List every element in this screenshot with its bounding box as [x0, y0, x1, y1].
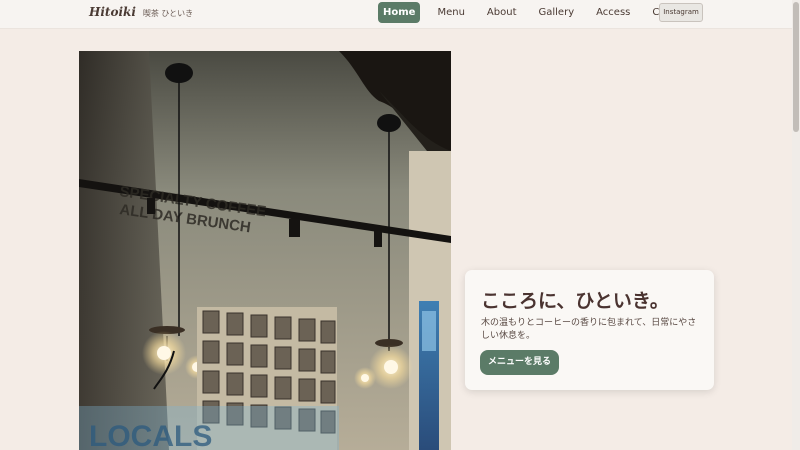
- cafe-interior-photo: SPECIALTY COFFEE ALL DAY BRUNCH LOCALS: [79, 51, 451, 450]
- brand-name[interactable]: Hitoiki: [89, 5, 136, 19]
- view-menu-button[interactable]: メニューを見る: [480, 350, 559, 375]
- scrollbar-thumb[interactable]: [793, 2, 799, 132]
- brand[interactable]: Hitoiki 喫茶 ひといき: [89, 5, 193, 19]
- site-header: Hitoiki 喫茶 ひといき Home Menu About Gallery …: [0, 0, 792, 29]
- nav-home[interactable]: Home: [378, 2, 421, 23]
- hero-title: こころに、ひといき。: [481, 290, 669, 312]
- hero-card: こころに、ひといき。 木の温もりとコーヒーの香りに包まれて、日常にやさしい休息を…: [465, 270, 714, 390]
- nav-gallery[interactable]: Gallery: [534, 2, 580, 23]
- photo-window-text: LOCALS: [89, 420, 212, 450]
- nav-about[interactable]: About: [482, 2, 522, 23]
- instagram-button[interactable]: Instagram: [659, 3, 703, 22]
- nav-menu[interactable]: Menu: [432, 2, 469, 23]
- page-scrollbar[interactable]: [792, 0, 800, 450]
- nav-access[interactable]: Access: [591, 2, 635, 23]
- hero-photo: SPECIALTY COFFEE ALL DAY BRUNCH LOCALS: [79, 51, 451, 450]
- brand-subtitle: 喫茶 ひといき: [142, 9, 194, 18]
- hero-description: 木の温もりとコーヒーの香りに包まれて、日常にやさしい休息を。: [481, 318, 697, 341]
